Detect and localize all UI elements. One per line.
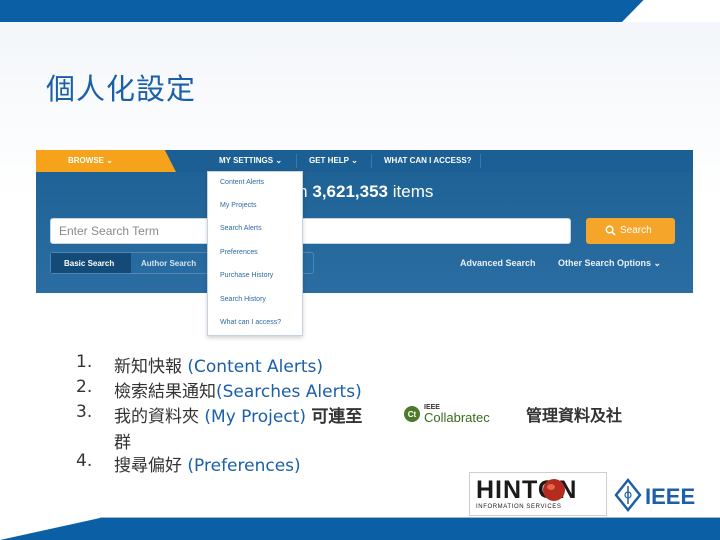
- chevron-down-icon: ⌄: [275, 156, 283, 165]
- list-text-wrap: 群: [114, 433, 131, 453]
- chevron-down-icon: ⌄: [653, 258, 662, 268]
- tab-author-search[interactable]: Author Search: [141, 259, 196, 268]
- nav-divider: [371, 154, 372, 168]
- search-count-suffix: items: [392, 182, 434, 201]
- my-settings-dropdown: Content Alerts My Projects Search Alerts…: [207, 171, 303, 336]
- other-search-options-label: Other Search Options: [558, 258, 652, 268]
- list-text-cn-bold: 可連至: [311, 407, 363, 427]
- top-band: [0, 0, 720, 22]
- advanced-search-link[interactable]: Advanced Search: [460, 258, 536, 268]
- list-number: 3.: [76, 402, 93, 422]
- dropdown-item-preferences[interactable]: Preferences: [220, 249, 258, 256]
- dropdown-item-search-history[interactable]: Search History: [220, 296, 266, 303]
- nav-my-settings-label: MY SETTINGS: [219, 156, 274, 165]
- dropdown-item-search-alerts[interactable]: Search Alerts: [220, 225, 262, 232]
- list-text-cn: 我的資料夾: [114, 407, 205, 427]
- dropdown-item-my-projects[interactable]: My Projects: [220, 202, 257, 209]
- dropdown-item-what-can-i-access[interactable]: What can I access?: [220, 319, 281, 326]
- list-text-after-logo: 管理資料及社: [526, 406, 623, 425]
- hinton-logo: HINTON INFORMATION SERVICES: [469, 472, 607, 516]
- browse-label: BROWSE: [68, 156, 104, 165]
- nav-my-settings[interactable]: MY SETTINGS ⌄: [219, 156, 282, 165]
- list-text-cn: 搜尋偏好: [114, 456, 188, 476]
- dropdown-item-content-alerts[interactable]: Content Alerts: [220, 179, 264, 186]
- search-count-text: rch 3,621,353 items: [284, 182, 433, 202]
- nav-what-can-i-access[interactable]: WHAT CAN I ACCESS?: [384, 156, 472, 165]
- nav-get-help-label: GET HELP: [309, 156, 349, 165]
- nav-divider: [480, 154, 481, 168]
- xplore-nav-bar: BROWSE ⌄ MY SETTINGS ⌄ GET HELP ⌄ WHAT C…: [36, 150, 693, 172]
- hinton-subtitle: INFORMATION SERVICES: [476, 504, 562, 510]
- search-icon: [605, 225, 616, 236]
- list-number: 4.: [76, 451, 93, 471]
- chevron-down-icon: ⌄: [351, 156, 358, 165]
- other-search-options[interactable]: Other Search Options ⌄: [558, 258, 661, 269]
- list-text-en: (Searches Alerts): [216, 382, 362, 402]
- list-number: 2.: [76, 377, 93, 397]
- tab-basic-search[interactable]: Basic Search: [51, 253, 131, 273]
- list-number: 1.: [76, 352, 93, 372]
- collabratec-text: Collabratec: [424, 410, 490, 425]
- search-input[interactable]: Enter Search Term: [50, 218, 571, 244]
- list-text-cn: 新知快報: [114, 357, 188, 377]
- search-button-label: Search: [620, 225, 652, 236]
- ieee-xplore-screenshot: BROWSE ⌄ MY SETTINGS ⌄ GET HELP ⌄ WHAT C…: [36, 150, 693, 336]
- dropdown-item-purchase-history[interactable]: Purchase History: [220, 272, 273, 279]
- list-text-cn: 檢索結果通知: [114, 382, 216, 402]
- globe-icon: [543, 479, 565, 501]
- ieee-logo: IEEE: [614, 478, 695, 512]
- svg-text:Ct: Ct: [408, 410, 417, 419]
- search-count-value: 3,621,353: [312, 182, 388, 201]
- slide-title: 個人化設定: [46, 72, 197, 106]
- xplore-search-panel: rch 3,621,353 items Enter Search Term Se…: [36, 172, 693, 293]
- nav-divider: [296, 154, 297, 168]
- search-button[interactable]: Search: [586, 218, 675, 244]
- list-text-en: (Preferences): [187, 456, 301, 476]
- browse-tab[interactable]: BROWSE ⌄: [36, 150, 176, 172]
- collabratec-logo: Ct IEEE Collabratec: [402, 400, 516, 426]
- nav-get-help[interactable]: GET HELP ⌄: [309, 156, 358, 165]
- list-text-en: (My Project): [204, 407, 312, 427]
- chevron-down-icon: ⌄: [106, 156, 113, 165]
- ieee-wordmark: IEEE: [645, 484, 695, 509]
- list-text-en: (Content Alerts): [187, 357, 324, 377]
- bottom-band: [0, 518, 720, 540]
